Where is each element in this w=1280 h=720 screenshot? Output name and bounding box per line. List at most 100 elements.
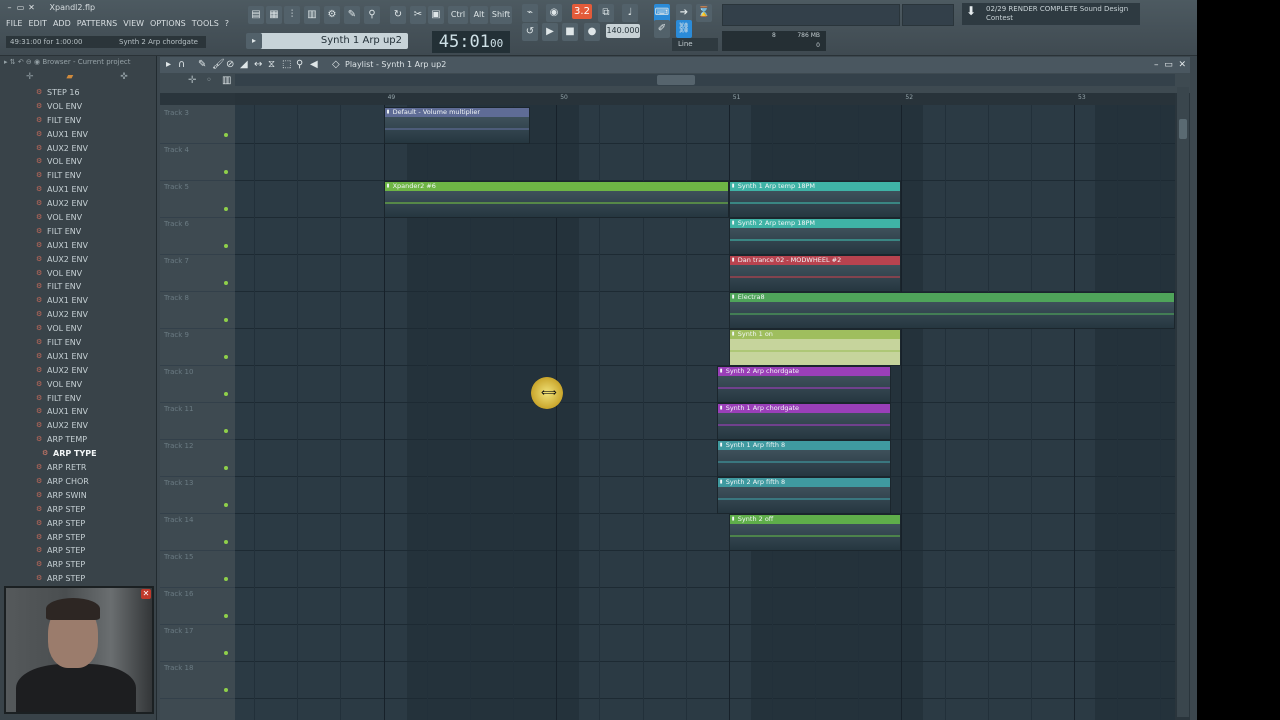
paint-icon[interactable]: 🖌	[212, 57, 225, 73]
playlist-clip[interactable]: Synth 2 Arp temp 18PM	[728, 218, 902, 255]
browser-item[interactable]: ARP RETR	[0, 461, 156, 475]
track-header[interactable]: Track 17	[160, 625, 235, 662]
channel-rack-icon[interactable]: ▥	[304, 6, 320, 24]
browser-item[interactable]: AUX2 ENV	[0, 364, 156, 378]
browser-item[interactable]: FILT ENV	[0, 392, 156, 406]
track-mode-icon[interactable]: ◦	[206, 75, 212, 86]
playlist-clip[interactable]: Default - Volume multiplier	[383, 107, 531, 144]
browser-item[interactable]: AUX2 ENV	[0, 197, 156, 211]
track-header[interactable]: Track 10	[160, 366, 235, 403]
browser-item[interactable]: STEP 16	[0, 86, 156, 100]
track-header[interactable]: Track 4	[160, 144, 235, 181]
menu-options[interactable]: OPTIONS	[150, 19, 186, 28]
browser-item[interactable]: FILT ENV	[0, 336, 156, 350]
playlist-clip[interactable]: Synth 1 Arp fifth 8	[716, 440, 892, 477]
browser-item[interactable]: FILT ENV	[0, 114, 156, 128]
menu-view[interactable]: VIEW	[123, 19, 144, 28]
browser-item[interactable]: AUX1 ENV	[0, 405, 156, 419]
browser-item[interactable]: AUX2 ENV	[0, 253, 156, 267]
pattern-prev-icon[interactable]: ▸	[246, 33, 262, 49]
add-track-icon[interactable]: ✛	[188, 75, 196, 86]
track-header[interactable]: Track 11	[160, 403, 235, 440]
wait-icon[interactable]: ⌛	[696, 4, 712, 22]
browser-item[interactable]: FILT ENV	[0, 169, 156, 183]
track-mute-led[interactable]	[224, 466, 228, 470]
track-header[interactable]: Track 3	[160, 107, 235, 144]
playlist-clip[interactable]: Synth 1 Arp chordgate	[716, 403, 892, 440]
browser-toggle-icon[interactable]: ✎	[344, 6, 360, 24]
playlist-clip[interactable]: Synth 1 Arp temp 18PM	[728, 181, 902, 218]
play-icon[interactable]: ▶	[542, 23, 558, 41]
browser-menu-icon[interactable]: ▸ ⇅ ↶ ⊖ ◉	[4, 58, 40, 66]
save-icon[interactable]: ▣	[428, 6, 444, 24]
track-mute-led[interactable]	[224, 429, 228, 433]
menu-file[interactable]: FILE	[6, 19, 22, 28]
track-mute-led[interactable]	[224, 651, 228, 655]
browser-item[interactable]: ARP CHOR	[0, 475, 156, 489]
mixer-icon[interactable]: ⫶	[284, 6, 300, 24]
song-loop-icon[interactable]: ↺	[522, 23, 538, 41]
browser-item[interactable]: AUX1 ENV	[0, 350, 156, 364]
add-icon[interactable]: ✛	[26, 72, 34, 82]
remove-icon[interactable]: ✜	[120, 72, 128, 82]
browser-item[interactable]: AUX2 ENV	[0, 419, 156, 433]
track-header[interactable]: Track 7	[160, 255, 235, 292]
pattern-arrow-icon[interactable]: ◇	[332, 57, 340, 73]
track-header[interactable]: Track 12	[160, 440, 235, 477]
metronome-icon[interactable]: ♩	[622, 4, 638, 22]
close-icon[interactable]: ✕	[141, 589, 151, 599]
playlist-clip[interactable]: Synth 1 on	[728, 329, 902, 366]
track-header[interactable]: Track 18	[160, 662, 235, 699]
news-panel[interactable]: ⬇ 02/29 RENDER COMPLETE Sound Design Con…	[962, 3, 1140, 25]
browser-item[interactable]: AUX2 ENV	[0, 308, 156, 322]
piano-roll-icon[interactable]: ▦	[266, 6, 282, 24]
playback-icon[interactable]: ◀	[310, 57, 318, 73]
shift-key[interactable]: Shift	[490, 6, 512, 24]
track-mute-led[interactable]	[224, 540, 228, 544]
playlist-menu-icon[interactable]: ▸	[166, 57, 171, 73]
draw-icon[interactable]: ✎	[198, 57, 206, 73]
recording-pattern-button[interactable]: 3.2	[572, 4, 592, 19]
track-header[interactable]: Track 16	[160, 588, 235, 625]
playlist-icon[interactable]: ▤	[248, 6, 264, 24]
track-header[interactable]: Track 8	[160, 292, 235, 329]
tempo-display[interactable]: 140.000	[606, 24, 640, 38]
cut-icon[interactable]: ✂	[410, 6, 426, 24]
playlist-window-controls[interactable]: – ▭ ✕	[1154, 57, 1186, 73]
menu-edit[interactable]: EDIT	[28, 19, 46, 28]
folder-icon[interactable]: ▰	[66, 72, 73, 82]
menu-help[interactable]: ?	[225, 19, 229, 28]
download-icon[interactable]: ⬇	[966, 5, 976, 17]
track-header[interactable]: Track 14	[160, 514, 235, 551]
zoom-icon[interactable]: ⚲	[296, 57, 303, 73]
usb-icon[interactable]: ⚲	[364, 6, 380, 24]
browser-item[interactable]: AUX1 ENV	[0, 128, 156, 142]
track-header[interactable]: Track 6	[160, 218, 235, 255]
pencil-icon[interactable]: ✐	[654, 20, 670, 38]
select-icon[interactable]: ⬚	[282, 57, 291, 73]
browser-item[interactable]: VOL ENV	[0, 267, 156, 281]
slip-icon[interactable]: ↔	[254, 57, 262, 73]
track-mute-led[interactable]	[224, 503, 228, 507]
browser-item[interactable]: VOL ENV	[0, 211, 156, 225]
browser-item[interactable]: ARP STEP	[0, 531, 156, 545]
record-icon[interactable]: ●	[584, 23, 600, 41]
browser-item[interactable]: AUX2 ENV	[0, 142, 156, 156]
loop-icon[interactable]: ↻	[390, 6, 406, 24]
browser-item[interactable]: AUX1 ENV	[0, 239, 156, 253]
plugin-icon[interactable]: ⚙	[324, 6, 340, 24]
browser-item[interactable]: VOL ENV	[0, 100, 156, 114]
horizontal-scroll-thumb[interactable]	[657, 75, 695, 85]
browser-item[interactable]: AUX1 ENV	[0, 183, 156, 197]
track-mute-led[interactable]	[224, 244, 228, 248]
restore-icon[interactable]: ▭	[15, 3, 26, 12]
delete-icon[interactable]: ⊘	[226, 57, 234, 73]
pattern-song-icon[interactable]: ⌁	[522, 4, 538, 22]
browser-item[interactable]: ARP STEP	[0, 517, 156, 531]
browser-item[interactable]: FILT ENV	[0, 280, 156, 294]
track-mute-led[interactable]	[224, 170, 228, 174]
browser-item[interactable]: ARP TEMP	[0, 433, 156, 447]
track-mute-led[interactable]	[224, 355, 228, 359]
track-mute-led[interactable]	[224, 281, 228, 285]
slice-icon[interactable]: ⧖	[268, 57, 275, 73]
